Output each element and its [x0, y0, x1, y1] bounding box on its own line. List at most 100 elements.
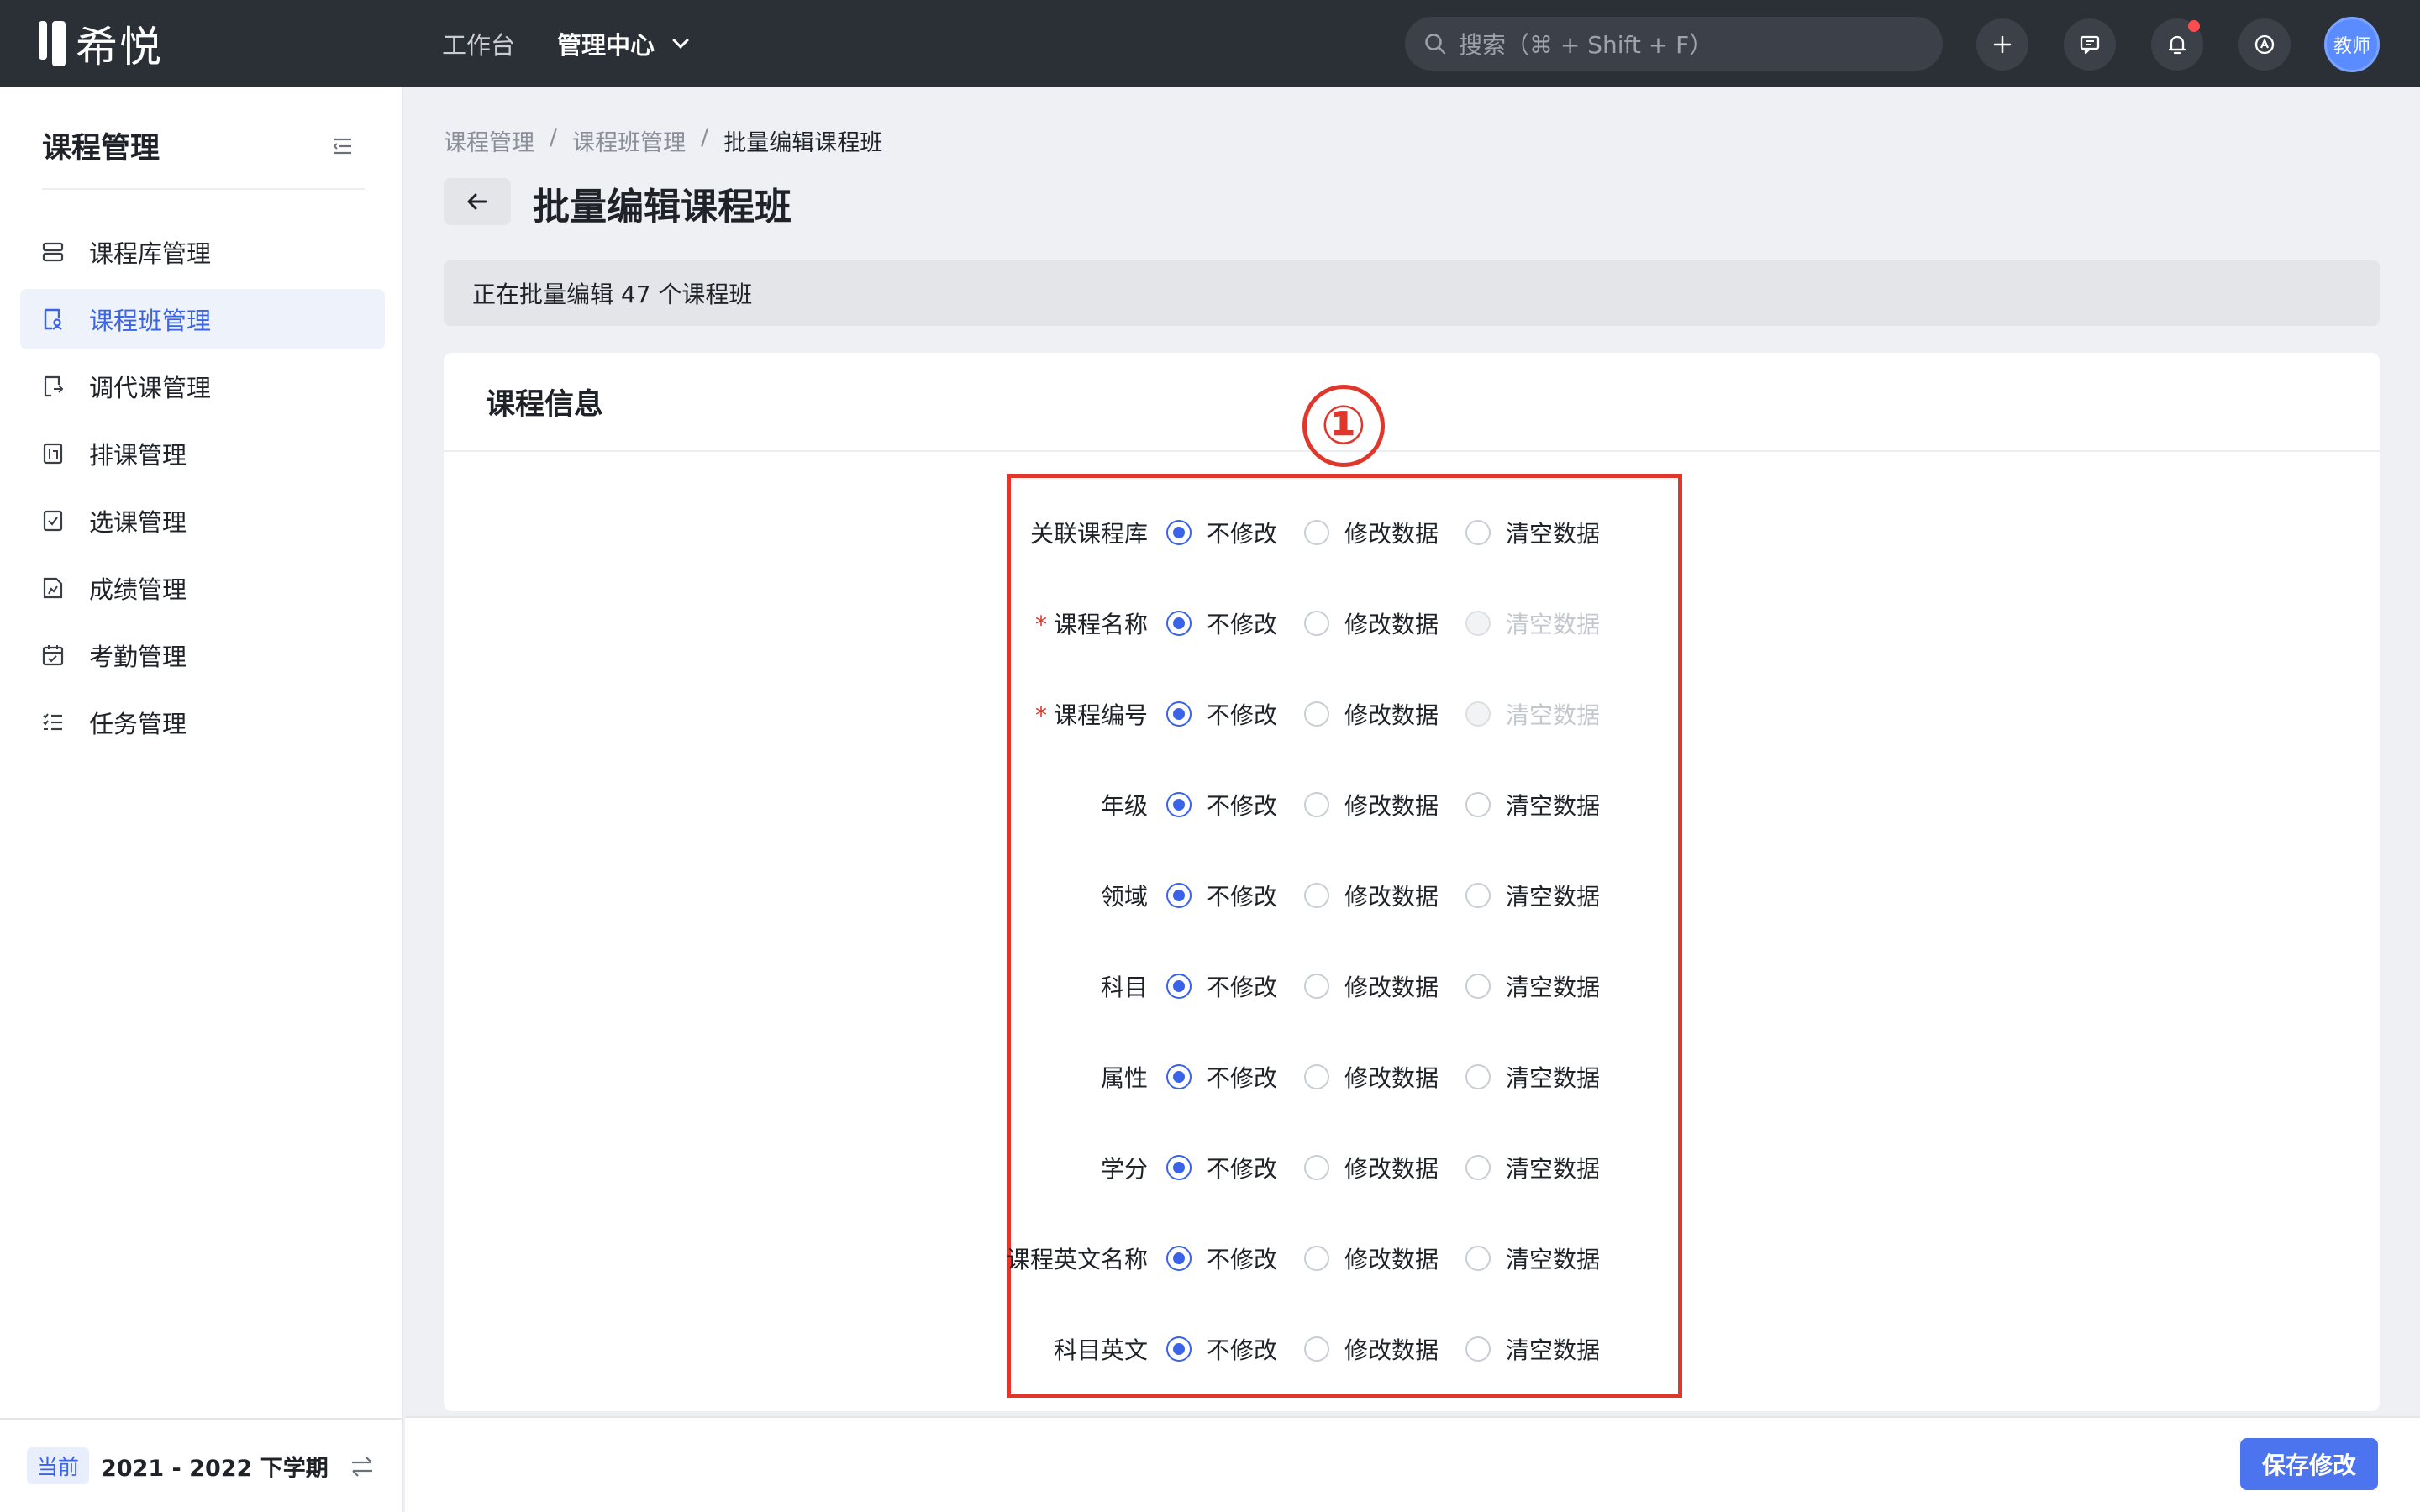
- radio-modify[interactable]: 修改数据: [1304, 516, 1465, 549]
- sidebar-item-course-library[interactable]: 课程库管理: [20, 222, 385, 282]
- card-title: 课程信息: [444, 353, 2380, 452]
- radio-circle: [1465, 974, 1491, 999]
- radio-keep[interactable]: 不修改: [1166, 606, 1304, 640]
- radio-circle: [1304, 701, 1329, 727]
- radio-label: 不修改: [1207, 701, 1278, 729]
- save-button[interactable]: 保存修改: [2240, 1438, 2378, 1490]
- field-row: * 课程名称 不修改 修改数据 清空数据: [1007, 598, 1679, 648]
- field-label-text: 课程英文名称: [1007, 1246, 1149, 1273]
- sidebar-item-label: 调代课管理: [89, 374, 212, 402]
- radio-clear[interactable]: 清空数据: [1465, 1242, 1600, 1275]
- sidebar-item-substitute[interactable]: 调代课管理: [20, 356, 385, 417]
- required-asterisk: *: [1034, 611, 1047, 638]
- collapse-sidebar-button[interactable]: [331, 134, 355, 162]
- sidebar-title: 课程管理: [42, 132, 160, 165]
- radio-circle: [1304, 611, 1329, 636]
- radio-clear[interactable]: 清空数据: [1465, 1060, 1600, 1094]
- top-nav: 工作台 管理中心: [442, 0, 689, 87]
- search-input[interactable]: 搜索（⌘ + Shift + F）: [1405, 17, 1943, 71]
- radio-clear[interactable]: 清空数据: [1465, 879, 1600, 912]
- radio-label: 不修改: [1207, 1336, 1278, 1364]
- radio-modify[interactable]: 修改数据: [1304, 1332, 1465, 1366]
- field-label: * 课程名称: [1007, 606, 1166, 640]
- nav-admin-center[interactable]: 管理中心: [557, 26, 689, 61]
- radio-modify[interactable]: 修改数据: [1304, 1151, 1465, 1184]
- radio-modify[interactable]: 修改数据: [1304, 879, 1465, 912]
- sidebar-item-label: 选课管理: [89, 508, 187, 537]
- radio-modify[interactable]: 修改数据: [1304, 606, 1465, 640]
- radio-label: 不修改: [1207, 520, 1278, 548]
- radio-modify[interactable]: 修改数据: [1304, 788, 1465, 822]
- radio-clear[interactable]: 清空数据: [1465, 516, 1600, 549]
- nav-workbench[interactable]: 工作台: [442, 26, 515, 61]
- add-button[interactable]: [1976, 18, 2028, 71]
- breadcrumb-separator: /: [701, 124, 709, 150]
- back-button[interactable]: [444, 178, 511, 225]
- radio-modify[interactable]: 修改数据: [1304, 1242, 1465, 1275]
- radio-keep[interactable]: 不修改: [1166, 1060, 1304, 1094]
- sidebar-item-grades[interactable]: 成绩管理: [20, 558, 385, 618]
- help-icon: [2254, 34, 2275, 55]
- footer-bar: [405, 1416, 2420, 1512]
- field-label-text: 科目英文: [1053, 1336, 1148, 1364]
- field-label-text: 关联课程库: [1029, 520, 1148, 548]
- radio-circle: [1304, 792, 1329, 817]
- radio-circle: [1304, 1064, 1329, 1089]
- radio-modify[interactable]: 修改数据: [1304, 1060, 1465, 1094]
- field-label: * 课程编号: [1007, 697, 1166, 731]
- field-label-text: 学分: [1100, 1155, 1148, 1183]
- radio-label: 清空数据: [1506, 1336, 1601, 1364]
- radio-keep[interactable]: 不修改: [1166, 879, 1304, 912]
- radio-circle: [1166, 1155, 1192, 1180]
- radio-label: 修改数据: [1344, 792, 1439, 820]
- swap-icon[interactable]: [350, 1455, 375, 1484]
- radio-circle: [1304, 883, 1329, 908]
- radio-keep[interactable]: 不修改: [1166, 697, 1304, 731]
- radio-clear[interactable]: 清空数据: [1465, 1151, 1600, 1184]
- radio-circle: [1166, 974, 1192, 999]
- notifications-button[interactable]: [2151, 18, 2203, 71]
- breadcrumb-course-class[interactable]: 课程班管理: [572, 124, 686, 157]
- radio-keep[interactable]: 不修改: [1166, 516, 1304, 549]
- radio-circle: [1465, 701, 1491, 727]
- radio-circle: [1166, 792, 1192, 817]
- radio-keep[interactable]: 不修改: [1166, 788, 1304, 822]
- sidebar-item-label: 排课管理: [89, 441, 187, 470]
- sidebar-item-course-class[interactable]: 课程班管理: [20, 289, 385, 349]
- current-term-text: 2021 - 2022 下学期: [101, 1455, 329, 1482]
- current-term-badge: 当前: [27, 1447, 90, 1484]
- term-switcher[interactable]: 当前 2021 - 2022 下学期: [0, 1418, 402, 1512]
- selection-icon: [40, 508, 66, 533]
- radio-clear[interactable]: 清空数据: [1465, 969, 1600, 1003]
- radio-clear[interactable]: 清空数据: [1465, 1332, 1600, 1366]
- app-logo[interactable]: 希悦: [39, 18, 163, 71]
- radio-circle: [1465, 792, 1491, 817]
- radio-modify[interactable]: 修改数据: [1304, 697, 1465, 731]
- radio-circle: [1166, 1064, 1192, 1089]
- radio-modify[interactable]: 修改数据: [1304, 969, 1465, 1003]
- field-label-text: 属性: [1100, 1064, 1148, 1092]
- radio-keep[interactable]: 不修改: [1166, 1151, 1304, 1184]
- sidebar-item-selection[interactable]: 选课管理: [20, 491, 385, 551]
- radio-circle: [1465, 1155, 1491, 1180]
- radio-label: 修改数据: [1344, 611, 1439, 638]
- sidebar-item-attendance[interactable]: 考勤管理: [20, 625, 385, 685]
- radio-label: 不修改: [1207, 792, 1278, 820]
- sidebar: 课程管理 课程库管理 课程班管理 调代课管理 排课管理 选课管理 成绩管理 考勤…: [0, 87, 403, 1512]
- radio-keep[interactable]: 不修改: [1166, 1332, 1304, 1366]
- breadcrumb-course-management[interactable]: 课程管理: [444, 124, 534, 157]
- radio-keep[interactable]: 不修改: [1166, 1242, 1304, 1275]
- avatar[interactable]: 教师: [2324, 17, 2380, 72]
- radio-circle: [1304, 1155, 1329, 1180]
- field-label: 科目: [1007, 969, 1166, 1003]
- radio-label: 清空数据: [1506, 883, 1601, 911]
- collapse-menu-icon: [333, 138, 351, 155]
- messages-button[interactable]: [2064, 18, 2116, 71]
- radio-keep[interactable]: 不修改: [1166, 969, 1304, 1003]
- sidebar-item-scheduling[interactable]: 排课管理: [20, 423, 385, 484]
- radio-clear[interactable]: 清空数据: [1465, 788, 1600, 822]
- sidebar-item-tasks[interactable]: 任务管理: [20, 692, 385, 753]
- radio-circle: [1166, 611, 1192, 636]
- field-row: 领域 不修改 修改数据 清空数据: [1007, 870, 1679, 921]
- help-button[interactable]: [2238, 18, 2291, 71]
